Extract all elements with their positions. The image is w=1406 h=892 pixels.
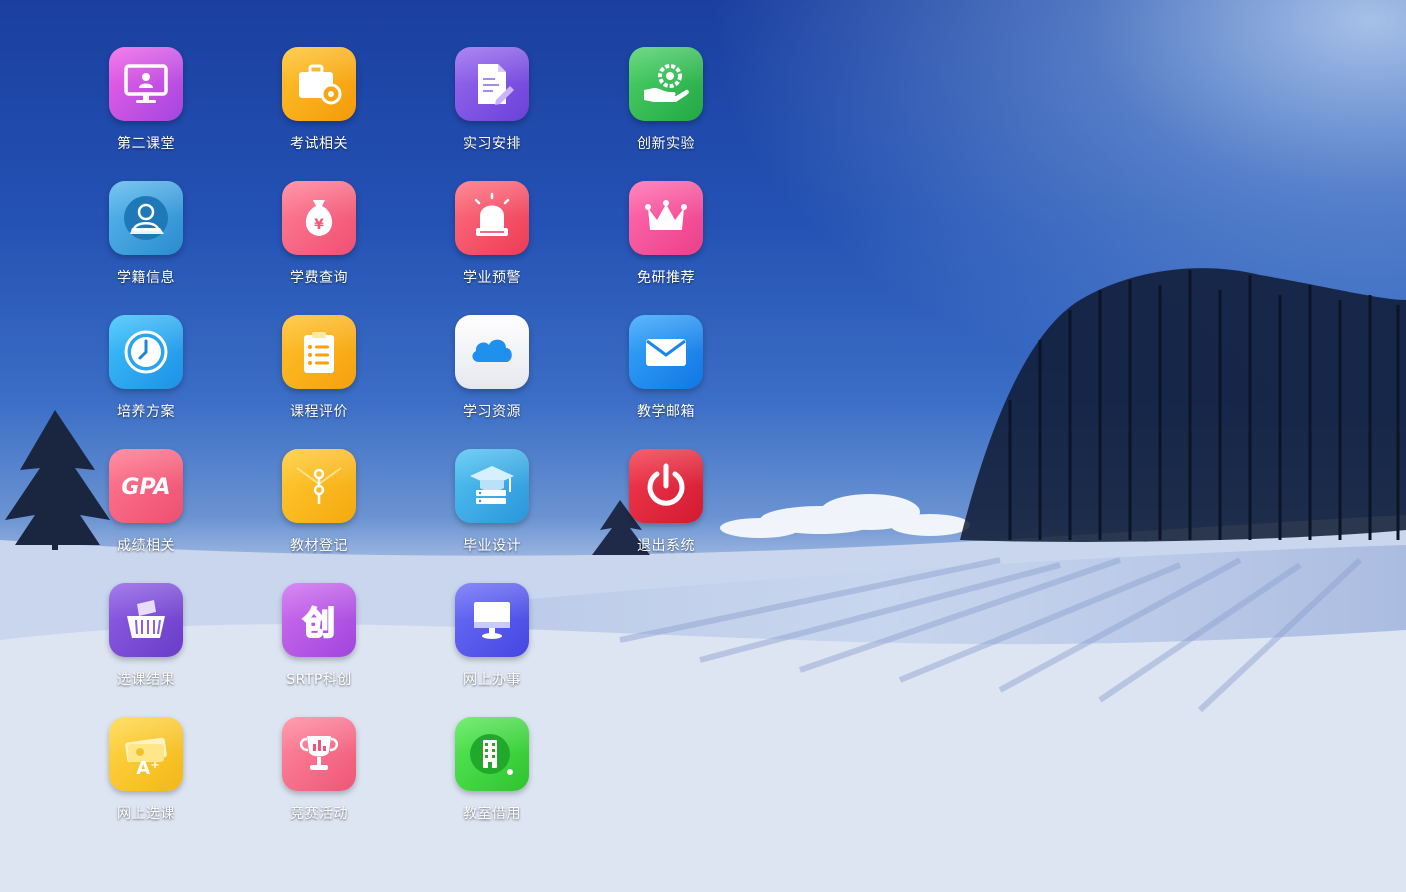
app-logout[interactable]: 退出系统: [606, 449, 726, 569]
app-label: 教学邮箱: [637, 404, 695, 420]
app-postgraduate-recommendation[interactable]: 免研推荐: [606, 181, 726, 301]
app-grades[interactable]: GPA 成绩相关: [86, 449, 206, 569]
app-online-services[interactable]: 网上办事: [432, 583, 552, 703]
grade-a-plus-icon: A⁺: [109, 717, 183, 791]
trophy-icon: [282, 717, 356, 791]
clock-icon: [109, 315, 183, 389]
chuang-character-icon: 创: [282, 583, 356, 657]
app-course-results[interactable]: 选课结果: [86, 583, 206, 703]
app-label: 创新实验: [637, 136, 695, 152]
svg-text:GPA: GPA: [121, 475, 170, 500]
building-icon: [455, 717, 529, 791]
briefcase-gear-icon: [282, 47, 356, 121]
app-label: 网上办事: [463, 672, 521, 688]
app-textbook-registration[interactable]: 教材登记: [259, 449, 379, 569]
app-academic-warning[interactable]: 学业预警: [432, 181, 552, 301]
desktop: 第二课堂 学籍信息 培养方案 GPA 成绩相关 选课结果 A⁺ 网上选课 考试相…: [0, 0, 1406, 892]
app-label: 实习安排: [463, 136, 521, 152]
gpa-icon: GPA: [109, 449, 183, 523]
app-competition[interactable]: 竞赛活动: [259, 717, 379, 837]
shopping-basket-icon: [109, 583, 183, 657]
app-graduation-design[interactable]: 毕业设计: [432, 449, 552, 569]
app-label: 课程评价: [290, 404, 348, 420]
envelope-clip-icon: [282, 449, 356, 523]
app-label: 学业预警: [463, 270, 521, 286]
app-label: 培养方案: [117, 404, 175, 420]
app-course-evaluation[interactable]: 课程评价: [259, 315, 379, 435]
app-label: 竞赛活动: [290, 806, 348, 822]
app-label: SRTP科创: [286, 672, 352, 688]
app-grid: 第二课堂 学籍信息 培养方案 GPA 成绩相关 选课结果 A⁺ 网上选课 考试相…: [0, 0, 1406, 892]
crown-icon: [629, 181, 703, 255]
graduation-cap-server-icon: [455, 449, 529, 523]
app-student-status[interactable]: 学籍信息: [86, 181, 206, 301]
app-label: 毕业设计: [463, 538, 521, 554]
app-second-classroom[interactable]: 第二课堂: [86, 47, 206, 167]
clipboard-list-icon: [282, 315, 356, 389]
app-teaching-mail[interactable]: 教学邮箱: [606, 315, 726, 435]
alarm-light-icon: [455, 181, 529, 255]
app-label: 网上选课: [117, 806, 175, 822]
app-label: 教材登记: [290, 538, 348, 554]
svg-text:创: 创: [302, 604, 335, 642]
monitor-person-icon: [109, 47, 183, 121]
app-learning-resources[interactable]: 学习资源: [432, 315, 552, 435]
app-label: 成绩相关: [117, 538, 175, 554]
app-label: 学习资源: [463, 404, 521, 420]
cloud-icon: [455, 315, 529, 389]
document-pen-icon: [455, 47, 529, 121]
power-icon: [629, 449, 703, 523]
money-bag-icon: ¥: [282, 181, 356, 255]
app-label: 考试相关: [290, 136, 348, 152]
app-label: 学籍信息: [117, 270, 175, 286]
app-training-plan[interactable]: 培养方案: [86, 315, 206, 435]
app-exam-related[interactable]: 考试相关: [259, 47, 379, 167]
app-label: 免研推荐: [637, 270, 695, 286]
app-innovation-experiment[interactable]: 创新实验: [606, 47, 726, 167]
app-srtp[interactable]: 创 SRTP科创: [259, 583, 379, 703]
hand-gear-icon: [629, 47, 703, 121]
app-label: 第二课堂: [117, 136, 175, 152]
app-label: 学费查询: [290, 270, 348, 286]
mail-icon: [629, 315, 703, 389]
app-label: 退出系统: [637, 538, 695, 554]
svg-text:A⁺: A⁺: [136, 758, 159, 779]
app-online-course-selection[interactable]: A⁺ 网上选课: [86, 717, 206, 837]
app-label: 选课结果: [117, 672, 175, 688]
app-internship[interactable]: 实习安排: [432, 47, 552, 167]
desktop-computer-icon: [455, 583, 529, 657]
svg-text:¥: ¥: [314, 217, 324, 233]
app-classroom-booking[interactable]: 教室借用: [432, 717, 552, 837]
app-tuition-query[interactable]: ¥ 学费查询: [259, 181, 379, 301]
app-label: 教室借用: [463, 806, 521, 822]
student-avatar-icon: [109, 181, 183, 255]
